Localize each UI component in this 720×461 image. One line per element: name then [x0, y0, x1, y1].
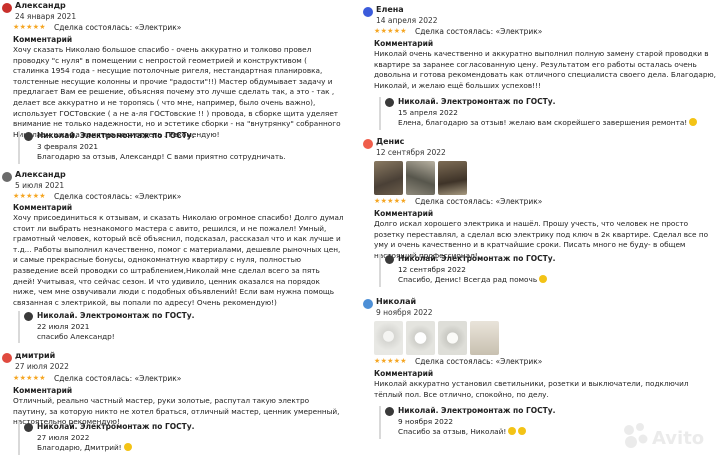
seller-name[interactable]: Николай. Электромонтаж по ГОСТу.	[398, 254, 556, 263]
reply-date: 27 июля 2022	[37, 433, 90, 442]
reply-date: 3 февраля 2021	[37, 142, 99, 151]
rating-stars: ★★★★★	[374, 357, 407, 365]
deal-label: Сделка состоялась: «Электрик»	[54, 23, 182, 32]
reply-date: 9 ноября 2022	[398, 417, 453, 426]
photo-thumbnail[interactable]	[406, 161, 435, 195]
review-date: 9 ноября 2022	[376, 308, 433, 317]
seller-avatar	[24, 312, 33, 321]
photo-thumbnail[interactable]	[438, 321, 467, 355]
review-text: Хочу присоединиться к отзывам, и сказать…	[13, 213, 344, 307]
comment-label: Комментарий	[13, 386, 73, 395]
reviewer-name[interactable]: Елена	[376, 5, 404, 14]
reply-date: 12 сентября 2022	[398, 265, 466, 274]
watermark-text: Avito	[652, 428, 704, 449]
emoji-icon	[518, 427, 527, 435]
deal-label: Сделка состоялась: «Электрик»	[415, 27, 543, 36]
reviewer-name[interactable]: Александр	[15, 170, 66, 179]
review-text: Хочу сказать Николаю большое спасибо - о…	[13, 45, 341, 139]
avatar[interactable]	[2, 3, 12, 13]
comment-label: Комментарий	[374, 39, 434, 48]
review-date: 24 января 2021	[15, 12, 77, 21]
reply-divider	[18, 311, 20, 343]
comment-label: Комментарий	[13, 35, 73, 44]
seller-avatar	[385, 98, 394, 107]
reply-text: Елена, благодарю за отзыв! желаю вам ско…	[398, 118, 698, 127]
emoji-icon	[539, 275, 548, 283]
avatar[interactable]	[2, 353, 12, 363]
seller-name[interactable]: Николай. Электромонтаж по ГОСТу.	[37, 131, 195, 140]
avatar[interactable]	[2, 172, 12, 182]
seller-reply: Николай. Электромонтаж по ГОСТу. 22 июля…	[18, 311, 344, 343]
reply-text: Спасибо, Денис! Всегда рад помочь	[398, 275, 548, 284]
reviewer-name[interactable]: Денис	[376, 137, 404, 146]
reply-divider	[379, 97, 381, 130]
reply-date: 22 июля 2021	[37, 322, 90, 331]
reply-divider	[18, 131, 20, 164]
review-date: 27 июля 2022	[15, 362, 69, 371]
rating-stars: ★★★★★	[13, 192, 46, 200]
review-card: Александр 5 июля 2021 ★★★★★ Сделка состо…	[0, 170, 348, 345]
review-text: Николай очень качественно и аккуратно вы…	[374, 49, 716, 90]
emoji-icon	[508, 427, 517, 435]
reviewer-name[interactable]: Александр	[15, 1, 66, 10]
seller-name[interactable]: Николай. Электромонтаж по ГОСТу.	[37, 422, 195, 431]
deal-label: Сделка состоялась: «Электрик»	[415, 197, 543, 206]
seller-name[interactable]: Николай. Электромонтаж по ГОСТу.	[398, 406, 556, 415]
review-date: 5 июля 2021	[15, 181, 65, 190]
deal-label: Сделка состоялась: «Электрик»	[54, 374, 182, 383]
review-date: 14 апреля 2022	[376, 16, 438, 25]
reply-divider	[18, 422, 20, 455]
deal-label: Сделка состоялась: «Электрик»	[415, 357, 543, 366]
comment-label: Комментарий	[374, 369, 434, 378]
comment-label: Комментарий	[13, 203, 73, 212]
seller-avatar	[385, 407, 394, 416]
reviewer-name[interactable]: дмитрий	[15, 351, 55, 360]
seller-avatar	[24, 132, 33, 141]
comment-label: Комментарий	[374, 209, 434, 218]
seller-name[interactable]: Николай. Электромонтаж по ГОСТу.	[37, 311, 195, 320]
avito-watermark-logo: Avito	[624, 423, 704, 449]
reviewer-name[interactable]: Николай	[376, 297, 416, 306]
seller-avatar	[385, 255, 394, 264]
photo-thumbnail[interactable]	[374, 321, 403, 355]
review-text: Николай аккуратно установил светильники,…	[374, 379, 689, 399]
rating-stars: ★★★★★	[374, 27, 407, 35]
photo-thumbnail[interactable]	[374, 161, 403, 195]
emoji-icon	[689, 118, 698, 126]
review-card: Александр 24 января 2021 ★★★★★ Сделка со…	[0, 0, 348, 168]
reply-text: Благодарю за отзыв, Александр! С вами пр…	[37, 152, 286, 161]
avatar[interactable]	[363, 7, 373, 17]
review-card: Елена 14 апреля 2022 ★★★★★ Сделка состоя…	[361, 5, 720, 155]
rating-stars: ★★★★★	[374, 197, 407, 205]
seller-reply: Николай. Электромонтаж по ГОСТу. 15 апре…	[379, 97, 716, 130]
rating-stars: ★★★★★	[13, 23, 46, 31]
review-date: 12 сентября 2022	[376, 148, 446, 157]
seller-reply: Николай. Электромонтаж по ГОСТу. 3 февра…	[18, 131, 344, 164]
rating-stars: ★★★★★	[13, 374, 46, 382]
seller-reply: Николай. Электромонтаж по ГОСТу. 27 июля…	[18, 422, 344, 455]
photo-thumbnail[interactable]	[406, 321, 435, 355]
reply-divider	[379, 406, 381, 439]
photo-thumbnail[interactable]	[438, 161, 467, 195]
reply-divider	[379, 254, 381, 287]
avatar[interactable]	[363, 299, 373, 309]
photo-thumbnail[interactable]	[470, 321, 499, 355]
reply-text: спасибо Александр!	[37, 332, 115, 341]
reply-text: Благодарю, Дмитрий!	[37, 443, 132, 452]
seller-reply: Николай. Электромонтаж по ГОСТу. 12 сент…	[379, 254, 716, 287]
review-card: дмитрий 27 июля 2022 ★★★★★ Сделка состоя…	[0, 351, 348, 461]
deal-label: Сделка состоялась: «Электрик»	[54, 192, 182, 201]
reply-date: 15 апреля 2022	[398, 108, 458, 117]
seller-avatar	[24, 423, 33, 432]
seller-name[interactable]: Николай. Электромонтаж по ГОСТу.	[398, 97, 556, 106]
emoji-icon	[123, 443, 132, 451]
avatar[interactable]	[363, 139, 373, 149]
reply-text: Спасибо за отзыв, Николай!	[398, 427, 527, 436]
review-card: Денис 12 сентября 2022 ★★★★★ Сделка сост…	[361, 137, 720, 292]
